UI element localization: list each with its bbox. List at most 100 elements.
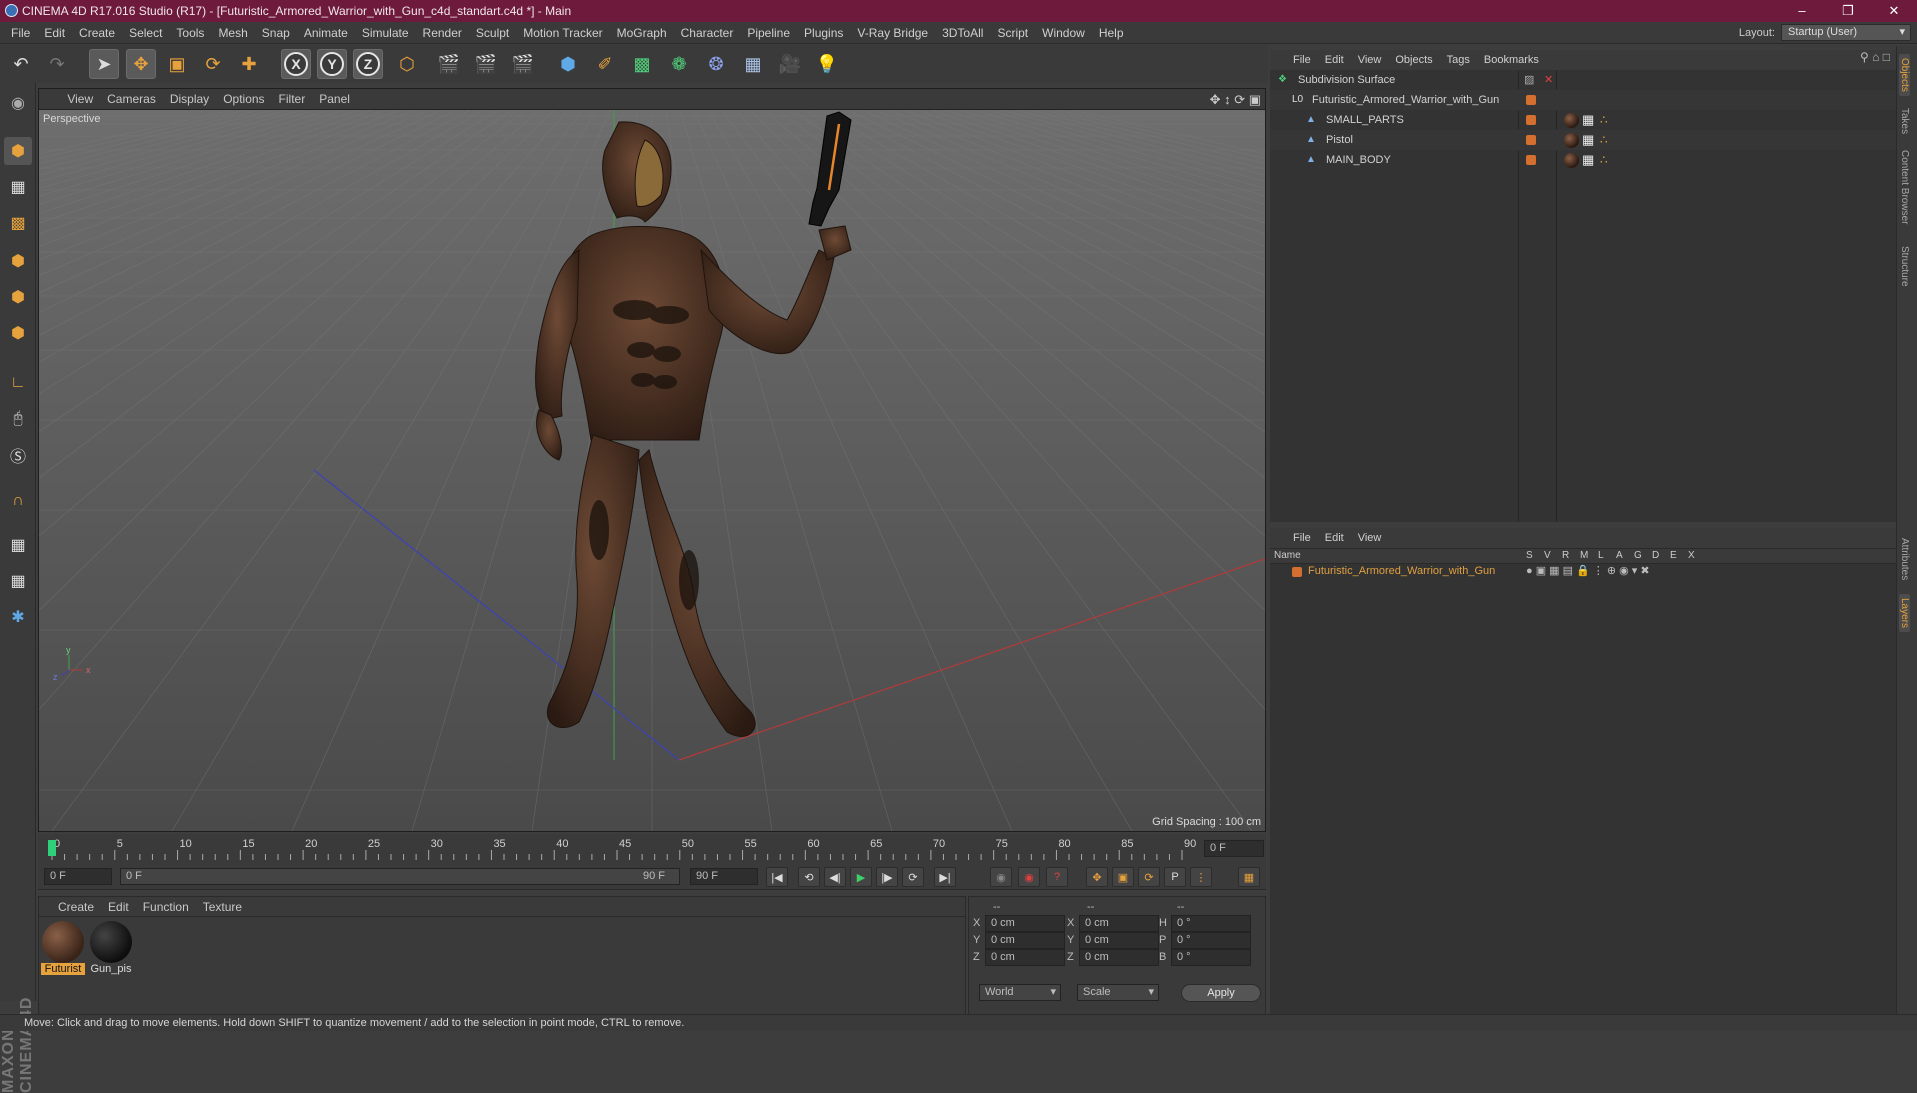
object-menu-bookmarks[interactable]: Bookmarks xyxy=(1477,50,1546,70)
menu-snap[interactable]: Snap xyxy=(255,22,297,44)
layer-column-e[interactable]: E xyxy=(1670,550,1677,561)
subdivision-surface-icon[interactable]: ▩ xyxy=(627,49,657,79)
material-tag-icon[interactable] xyxy=(1564,113,1579,128)
object-menu-view[interactable]: View xyxy=(1351,50,1389,70)
viewport-menu-panel[interactable]: Panel xyxy=(312,89,357,110)
python-icon[interactable]: ✱ xyxy=(4,603,32,631)
layer-column-l[interactable]: L xyxy=(1598,550,1604,561)
material-tag-icon[interactable] xyxy=(1564,133,1579,148)
render-picture-viewer-icon[interactable]: 🎬 xyxy=(471,49,501,79)
current-frame-field[interactable]: 0 F xyxy=(1204,840,1264,857)
coord-value-field[interactable]: 0 cm xyxy=(985,915,1065,932)
spline-pen-icon[interactable]: ✐ xyxy=(590,49,620,79)
coord-value-field[interactable]: 0 cm xyxy=(985,949,1065,966)
workplane-icon[interactable]: ▩ xyxy=(4,209,32,237)
layer-column-s[interactable]: S xyxy=(1526,550,1533,561)
key-rotation-icon[interactable]: ⟳ xyxy=(1138,867,1160,887)
coordinate-space-dropdown[interactable]: World ▾ xyxy=(979,984,1061,1001)
checkmark-icon[interactable]: ▨ xyxy=(1524,70,1534,90)
goto-start-icon[interactable]: |◀ xyxy=(766,867,788,887)
points-mode-icon[interactable]: ⬢ xyxy=(4,247,32,275)
move-tool-icon[interactable]: ✥ xyxy=(126,49,156,79)
material-menu-texture[interactable]: Texture xyxy=(196,897,249,917)
viewport-menu-cameras[interactable]: Cameras xyxy=(100,89,163,110)
layer-column-r[interactable]: R xyxy=(1562,550,1569,561)
transform-tool-icon[interactable]: ✚ xyxy=(234,49,264,79)
coord-value-field[interactable]: 0 cm xyxy=(1079,949,1159,966)
snap-icon[interactable]: Ⓢ xyxy=(4,441,32,469)
menu-sculpt[interactable]: Sculpt xyxy=(469,22,516,44)
layer-flag-icons[interactable]: ● ▣ ▦ ▤ 🔒 ⋮ ⊕ ◉ ▾ ✖ xyxy=(1526,564,1650,577)
layer-menu-edit[interactable]: Edit xyxy=(1318,528,1351,548)
object-menu-tags[interactable]: Tags xyxy=(1440,50,1477,70)
material-menu-function[interactable]: Function xyxy=(136,897,196,917)
layer-column-v[interactable]: V xyxy=(1544,550,1551,561)
coordinate-system-icon[interactable]: ⬡ xyxy=(392,49,422,79)
object-row[interactable]: ❖ Subdivision Surface ✕ ▨ xyxy=(1270,70,1896,90)
menu-file[interactable]: File xyxy=(4,22,37,44)
object-name[interactable]: Futuristic_Armored_Warrior_with_Gun xyxy=(1312,90,1499,110)
menu-script[interactable]: Script xyxy=(990,22,1035,44)
layer-column-g[interactable]: G xyxy=(1634,550,1642,561)
object-menu-edit[interactable]: Edit xyxy=(1318,50,1351,70)
next-frame-icon[interactable]: |▶ xyxy=(876,867,898,887)
menu-simulate[interactable]: Simulate xyxy=(355,22,416,44)
material-menu-edit[interactable]: Edit xyxy=(101,897,136,917)
phong-tag-icon[interactable]: ∴ xyxy=(1600,110,1608,130)
tab-takes[interactable]: Takes xyxy=(1899,104,1910,138)
menu-3dtoall[interactable]: 3DToAll xyxy=(935,22,990,44)
record-keys-icon[interactable]: ◉ xyxy=(990,867,1012,887)
goto-end-icon[interactable]: ▶| xyxy=(934,867,956,887)
scale-tool-icon[interactable]: ▣ xyxy=(162,49,192,79)
coord-value-field[interactable]: 0 cm xyxy=(1079,915,1159,932)
layer-column-x[interactable]: X xyxy=(1688,550,1695,561)
select-tool-icon[interactable]: ➤ xyxy=(89,49,119,79)
object-row[interactable]: ▲ MAIN_BODY ▦ ∴ xyxy=(1270,150,1896,170)
layout-dropdown[interactable]: Startup (User) ▾ xyxy=(1781,24,1911,41)
polygons-mode-icon[interactable]: ⬢ xyxy=(4,319,32,347)
array-icon[interactable]: ❁ xyxy=(664,49,694,79)
layer-name[interactable]: Futuristic_Armored_Warrior_with_Gun xyxy=(1308,565,1495,577)
coord-value-field[interactable]: 0 ° xyxy=(1171,915,1251,932)
play-icon[interactable]: ▶ xyxy=(850,867,872,887)
tab-objects[interactable]: Objects xyxy=(1899,54,1910,96)
render-settings-icon[interactable]: 🎬 xyxy=(508,49,538,79)
tab-layers[interactable]: Layers xyxy=(1899,594,1910,633)
menu-character[interactable]: Character xyxy=(674,22,741,44)
timeline-window-icon[interactable]: ▦ xyxy=(1238,867,1260,887)
material-menu-create[interactable]: Create xyxy=(51,897,101,917)
cube-primitive-icon[interactable]: ⬢ xyxy=(553,49,583,79)
menu-v-ray-bridge[interactable]: V-Ray Bridge xyxy=(850,22,935,44)
object-menu-file[interactable]: File xyxy=(1286,50,1318,70)
edges-mode-icon[interactable]: ⬢ xyxy=(4,283,32,311)
key-pla-icon[interactable]: ⋮ xyxy=(1190,867,1212,887)
make-editable-icon[interactable]: ◉ xyxy=(4,89,32,117)
viewport-menu-view[interactable]: View xyxy=(60,89,100,110)
timeline-ruler[interactable]: 0 5 10 15 20 25 30 35 40 45 50 55 60 65 70 75 80 85 90 0 F xyxy=(38,834,1266,864)
menu-help[interactable]: Help xyxy=(1092,22,1131,44)
object-manager-tools-icon[interactable]: ⚲ ⌂ □ xyxy=(1860,50,1890,64)
y-axis-lock-icon[interactable]: Y xyxy=(317,49,347,79)
frame-range-slider[interactable]: 0 F 90 F xyxy=(120,868,680,885)
z-axis-lock-icon[interactable]: Z xyxy=(353,49,383,79)
uv-tag-icon[interactable]: ▦ xyxy=(1582,130,1594,150)
minimize-icon[interactable]: – xyxy=(1779,0,1825,22)
tab-attributes[interactable]: Attributes xyxy=(1899,534,1910,584)
phong-tag-icon[interactable]: ∴ xyxy=(1600,130,1608,150)
magnet-icon[interactable]: ∩ xyxy=(4,487,32,515)
start-frame-field[interactable]: 0 F xyxy=(44,868,112,885)
floor-icon[interactable]: ▦ xyxy=(738,49,768,79)
object-row[interactable]: ▲ Pistol ▦ ∴ xyxy=(1270,130,1896,150)
object-row[interactable]: L0 Futuristic_Armored_Warrior_with_Gun xyxy=(1270,90,1896,110)
layer-color-swatch[interactable] xyxy=(1292,567,1302,577)
tweak-mode-icon[interactable]: 🖰 xyxy=(4,405,32,433)
material-futurist[interactable]: Futurist xyxy=(41,921,85,975)
layer-column-d[interactable]: D xyxy=(1652,550,1659,561)
viewport-menu-filter[interactable]: Filter xyxy=(272,89,313,110)
prev-frame-icon[interactable]: ◀| xyxy=(824,867,846,887)
3d-viewport[interactable]: y x z Perspective Grid Spacing : 100 cm xyxy=(39,110,1265,831)
layer-color-swatch[interactable] xyxy=(1526,155,1536,165)
model-mode-icon[interactable]: ⬢ xyxy=(4,137,32,165)
object-name[interactable]: Subdivision Surface xyxy=(1298,70,1395,90)
axis-mode-icon[interactable]: ∟ xyxy=(4,369,32,397)
